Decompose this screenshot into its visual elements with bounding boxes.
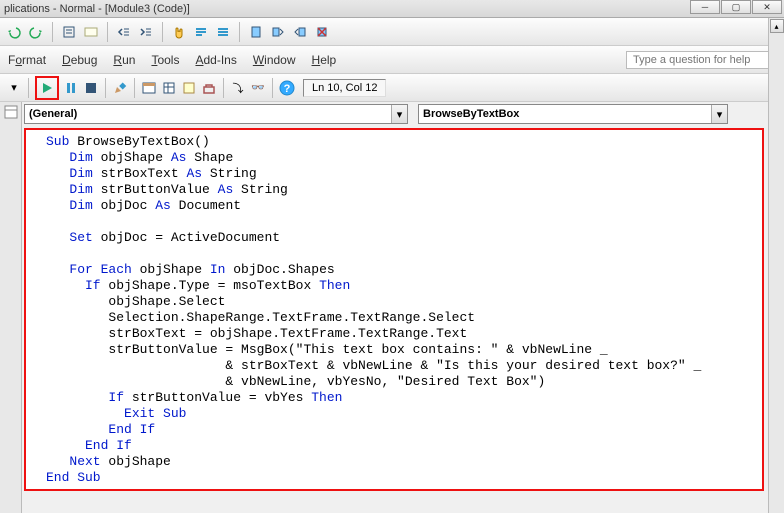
uncomment-icon[interactable] [215,24,231,40]
object-dropdown[interactable]: (General) ▾ [24,104,408,124]
procedure-dropdown[interactable]: BrowseByTextBox ▾ [418,104,728,124]
minimize-button[interactable]: ─ [690,0,720,14]
bookmark-toggle-icon[interactable] [248,24,264,40]
close-button[interactable]: ✕ [752,0,782,14]
object-browser-icon[interactable] [181,80,197,96]
indent-icon[interactable] [138,24,154,40]
menu-window[interactable]: Window [253,53,296,67]
toolbar-edit [0,18,784,46]
menu-debug[interactable]: Debug [62,53,97,67]
chevron-down-icon[interactable]: ▾ [711,105,727,123]
cursor-position: Ln 10, Col 12 [303,79,386,97]
titlebar: plications - Normal - [Module3 (Code)] ─… [0,0,784,18]
code-editor[interactable]: Sub BrowseByTextBox() Dim objShape As Sh… [24,128,764,491]
menu-addins[interactable]: Add-Ins [195,53,236,67]
hand-icon[interactable] [171,24,187,40]
dropdown-arrow-icon[interactable]: ▾ [6,80,22,96]
left-gutter [0,102,22,513]
chevron-down-icon[interactable]: ▾ [391,105,407,123]
toolbar-debug: ▾ ⤵ 👓 ? Ln 10, Col 12 [0,74,784,102]
window-controls: ─ ▢ ✕ [690,0,782,14]
vertical-scrollbar[interactable]: ▴ [768,18,784,513]
menu-format[interactable]: Format [8,53,46,67]
bookmark-prev-icon[interactable] [292,24,308,40]
step-icon[interactable]: ⤵ [230,80,246,96]
undo-icon[interactable] [6,24,22,40]
comment-icon[interactable] [193,24,209,40]
pause-icon[interactable] [63,80,79,96]
menubar: Format Debug Run Tools Add-Ins Window He… [0,46,784,74]
run-button-highlight [35,76,59,100]
project-explorer-icon[interactable] [141,80,157,96]
bookmark-next-icon[interactable] [270,24,286,40]
help-icon[interactable]: ? [279,80,295,96]
toolbox-icon[interactable] [201,80,217,96]
design-mode-icon[interactable] [112,80,128,96]
menu-run[interactable]: Run [113,53,135,67]
properties-icon[interactable] [161,80,177,96]
full-module-view-icon[interactable] [3,104,19,120]
help-search-input[interactable] [626,51,776,69]
menu-help[interactable]: Help [312,53,337,67]
window-title: plications - Normal - [Module3 (Code)] [4,3,190,15]
run-icon[interactable] [39,80,55,96]
redo-icon[interactable] [28,24,44,40]
watch-icon[interactable]: 👓 [250,80,266,96]
maximize-button[interactable]: ▢ [721,0,751,14]
bookmark-clear-icon[interactable] [314,24,330,40]
object-dropdown-value: (General) [29,108,77,120]
scroll-up-button[interactable]: ▴ [770,19,784,33]
list-members-icon[interactable] [61,24,77,40]
procedure-dropdown-value: BrowseByTextBox [423,108,519,120]
svg-text:?: ? [284,83,291,95]
outdent-icon[interactable] [116,24,132,40]
stop-icon[interactable] [83,80,99,96]
menu-tools[interactable]: Tools [151,53,179,67]
code-content[interactable]: Sub BrowseByTextBox() Dim objShape As Sh… [46,134,762,486]
quick-info-icon[interactable] [83,24,99,40]
object-procedure-row: (General) ▾ BrowseByTextBox ▾ [0,102,784,126]
